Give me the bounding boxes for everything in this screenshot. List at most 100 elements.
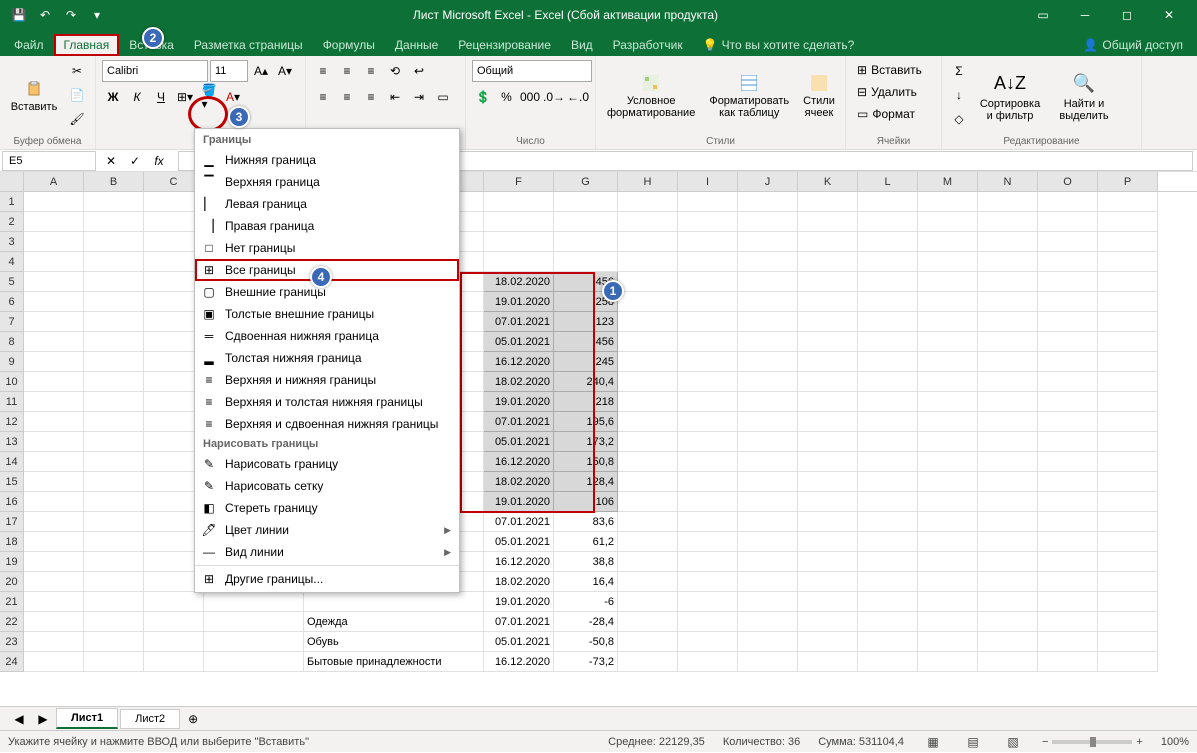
cell-O15[interactable] [1038,472,1098,492]
col-header-K[interactable]: K [798,172,858,191]
cell-E21[interactable] [304,592,484,612]
border-thick-bottom-item[interactable]: ▂Толстая нижняя граница [195,347,459,369]
cell-N20[interactable] [978,572,1038,592]
cell-I20[interactable] [678,572,738,592]
row-header-20[interactable]: 20 [0,572,24,592]
cell-L15[interactable] [858,472,918,492]
line-style-item[interactable]: —Вид линии▶ [195,541,459,563]
cell-P9[interactable] [1098,352,1158,372]
line-color-item[interactable]: 🖊Цвет линии▶ [195,519,459,541]
cell-D23[interactable] [204,632,304,652]
cell-K22[interactable] [798,612,858,632]
cell-I3[interactable] [678,232,738,252]
qat-customize-icon[interactable]: ▾ [86,4,108,26]
cell-B6[interactable] [84,292,144,312]
worksheet-grid[interactable]: ABCDEFGHIJKLMNOP 1234518.02.2020456619.0… [0,172,1197,672]
cell-N23[interactable] [978,632,1038,652]
cell-F12[interactable]: 07.01.2021 [484,412,554,432]
cell-J9[interactable] [738,352,798,372]
cell-A20[interactable] [24,572,84,592]
cell-P8[interactable] [1098,332,1158,352]
cell-K4[interactable] [798,252,858,272]
cell-J5[interactable] [738,272,798,292]
cell-K8[interactable] [798,332,858,352]
cell-O9[interactable] [1038,352,1098,372]
tab-home[interactable]: Главная [54,34,120,56]
cell-O10[interactable] [1038,372,1098,392]
cell-M13[interactable] [918,432,978,452]
cell-F10[interactable]: 18.02.2020 [484,372,554,392]
cell-A22[interactable] [24,612,84,632]
row-header-9[interactable]: 9 [0,352,24,372]
cell-M4[interactable] [918,252,978,272]
cell-G3[interactable] [554,232,618,252]
cell-O22[interactable] [1038,612,1098,632]
border-top-bottom-item[interactable]: ≡Верхняя и нижняя границы [195,369,459,391]
increase-indent-icon[interactable]: ⇥ [408,86,430,108]
cell-I10[interactable] [678,372,738,392]
cell-N4[interactable] [978,252,1038,272]
cell-A6[interactable] [24,292,84,312]
row-header-16[interactable]: 16 [0,492,24,512]
cell-L7[interactable] [858,312,918,332]
cell-I12[interactable] [678,412,738,432]
font-name-select[interactable] [102,60,208,82]
cell-N1[interactable] [978,192,1038,212]
cell-J20[interactable] [738,572,798,592]
cell-A15[interactable] [24,472,84,492]
col-header-F[interactable]: F [484,172,554,191]
cell-I2[interactable] [678,212,738,232]
cell-I1[interactable] [678,192,738,212]
cell-J4[interactable] [738,252,798,272]
cell-O21[interactable] [1038,592,1098,612]
cell-G14[interactable]: 150,8 [554,452,618,472]
row-header-24[interactable]: 24 [0,652,24,672]
cell-B23[interactable] [84,632,144,652]
increase-font-icon[interactable]: A▴ [250,60,272,82]
cell-B11[interactable] [84,392,144,412]
row-header-12[interactable]: 12 [0,412,24,432]
cell-J8[interactable] [738,332,798,352]
fill-icon[interactable]: ↓ [948,84,970,106]
cell-M17[interactable] [918,512,978,532]
copy-icon[interactable]: 📄 [66,84,88,106]
cell-G17[interactable]: 83,6 [554,512,618,532]
cell-B13[interactable] [84,432,144,452]
sheet-tab-1[interactable]: Лист1 [56,708,118,729]
cell-G19[interactable]: 38,8 [554,552,618,572]
cell-P17[interactable] [1098,512,1158,532]
cell-G7[interactable]: 123 [554,312,618,332]
conditional-format-button[interactable]: Условное форматирование [602,60,700,134]
tab-layout[interactable]: Разметка страницы [184,34,313,56]
cell-L12[interactable] [858,412,918,432]
format-painter-icon[interactable]: 🖌 [66,108,88,130]
decrease-decimal-icon[interactable]: ←.0 [567,86,589,108]
draw-border-item[interactable]: ✎Нарисовать границу [195,453,459,475]
cell-G8[interactable]: 456 [554,332,618,352]
cell-F21[interactable]: 19.01.2020 [484,592,554,612]
cell-M21[interactable] [918,592,978,612]
cell-G13[interactable]: 173,2 [554,432,618,452]
select-all-corner[interactable] [0,172,24,191]
tab-review[interactable]: Рецензирование [448,34,561,56]
enter-fx-icon[interactable]: ✓ [124,150,146,172]
zoom-in-icon[interactable]: + [1136,736,1142,748]
cell-N2[interactable] [978,212,1038,232]
cell-M16[interactable] [918,492,978,512]
cell-H22[interactable] [618,612,678,632]
cell-N13[interactable] [978,432,1038,452]
cell-B18[interactable] [84,532,144,552]
cell-I15[interactable] [678,472,738,492]
cell-B15[interactable] [84,472,144,492]
cell-J22[interactable] [738,612,798,632]
cell-P16[interactable] [1098,492,1158,512]
cell-F22[interactable]: 07.01.2021 [484,612,554,632]
cell-K14[interactable] [798,452,858,472]
cell-B20[interactable] [84,572,144,592]
view-layout-icon[interactable]: ▤ [962,731,984,753]
cell-H14[interactable] [618,452,678,472]
cell-L18[interactable] [858,532,918,552]
cell-K19[interactable] [798,552,858,572]
cell-P1[interactable] [1098,192,1158,212]
cell-N19[interactable] [978,552,1038,572]
